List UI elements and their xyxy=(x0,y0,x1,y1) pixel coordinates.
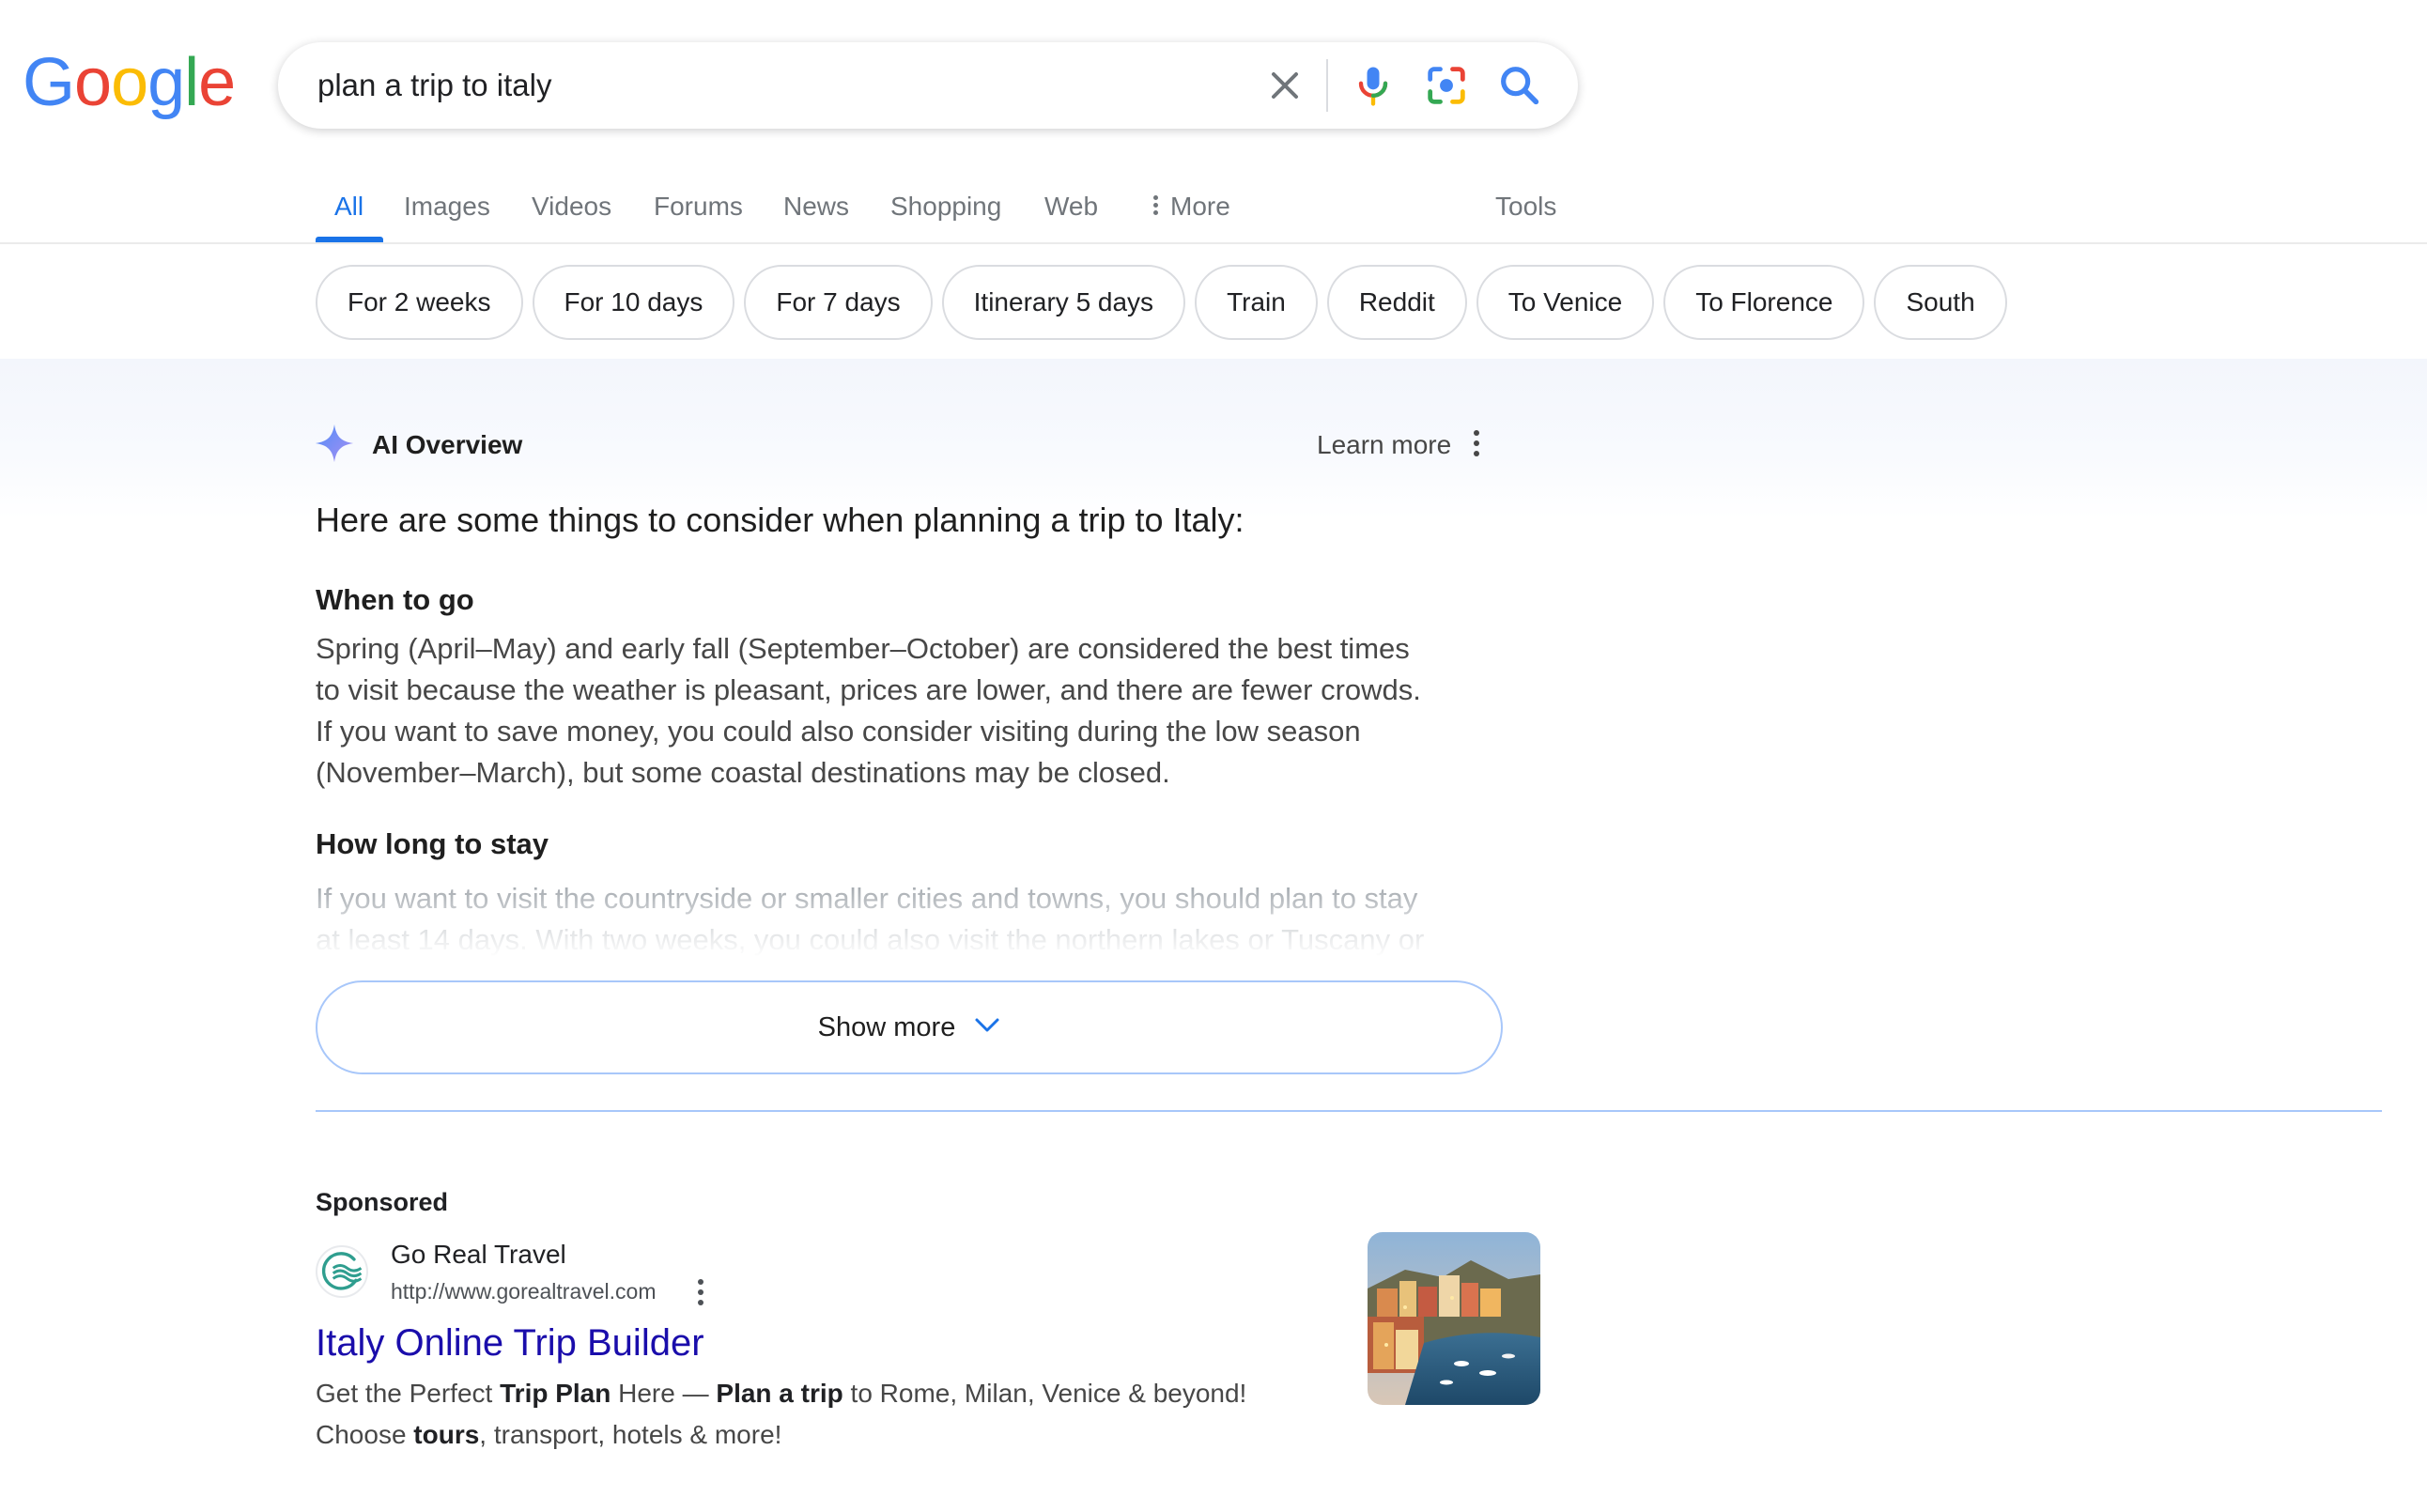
advertiser-url[interactable]: http://www.gorealtravel.com xyxy=(391,1277,657,1305)
ad-thumbnail-image[interactable] xyxy=(1368,1232,1540,1405)
active-tab-indicator xyxy=(316,237,383,242)
tab-more-label: More xyxy=(1170,192,1230,221)
search-input[interactable]: plan a trip to italy xyxy=(317,65,551,106)
ad-description: Get the Perfect Trip Plan Here — Plan a … xyxy=(316,1373,1330,1456)
tab-more[interactable]: More xyxy=(1153,188,1230,225)
show-more-label: Show more xyxy=(817,1012,956,1042)
ad-menu-icon[interactable] xyxy=(695,1279,706,1307)
ai-section-heading: How long to stay xyxy=(316,827,549,860)
ai-text-line: If you want to visit the countryside or … xyxy=(316,882,1418,915)
logo-letter: o xyxy=(74,45,112,120)
microphone-icon[interactable] xyxy=(1349,61,1398,110)
ai-text-line: Spring (April–May) and early fall (Septe… xyxy=(316,632,1410,665)
kebab-icon xyxy=(1153,193,1158,218)
chip-for-7-days[interactable]: For 7 days xyxy=(744,265,933,340)
chip-south[interactable]: South xyxy=(1874,265,2007,340)
logo-letter: g xyxy=(147,45,185,120)
ai-overview-background xyxy=(0,359,2427,518)
ad-text: to Rome, Milan, Venice & beyond! xyxy=(842,1379,1247,1408)
ai-section-text-faded: If you want to visit the countryside or … xyxy=(316,878,1518,991)
ai-overview-divider xyxy=(316,1110,2382,1112)
advertiser-logo-icon[interactable] xyxy=(316,1245,368,1298)
ai-overview-menu-icon[interactable] xyxy=(1471,430,1482,462)
ad-text-bold: Plan a trip xyxy=(716,1379,843,1408)
tab-shopping[interactable]: Shopping xyxy=(890,188,1001,225)
sponsored-label: Sponsored xyxy=(316,1188,449,1216)
ad-text-bold: tours xyxy=(413,1420,480,1449)
tab-images[interactable]: Images xyxy=(404,188,490,225)
refinement-chips: For 2 weeks For 10 days For 7 days Itinerar… xyxy=(316,265,2017,340)
ai-section-heading: When to go xyxy=(316,583,474,616)
chip-train[interactable]: Train xyxy=(1195,265,1318,340)
logo-letter: o xyxy=(111,45,148,120)
advertiser-name[interactable]: Go Real Travel xyxy=(391,1238,566,1272)
ad-text: , transport, hotels & more! xyxy=(479,1420,782,1449)
chip-to-florence[interactable]: To Florence xyxy=(1663,265,1865,340)
logo-letter: l xyxy=(184,45,199,120)
chip-reddit[interactable]: Reddit xyxy=(1326,265,1467,340)
ad-text-bold: Trip Plan xyxy=(500,1379,611,1408)
ad-title-link[interactable]: Italy Online Trip Builder xyxy=(316,1319,704,1367)
ad-text: Here — xyxy=(611,1379,717,1408)
search-divider xyxy=(1326,59,1328,112)
ai-section-text: Spring (April–May) and early fall (Septe… xyxy=(316,628,1518,794)
ai-text-line: (November–March), but some coastal desti… xyxy=(316,756,1170,789)
tab-videos[interactable]: Videos xyxy=(532,188,611,225)
ai-overview-title: AI Overview xyxy=(372,430,523,459)
tab-all[interactable]: All xyxy=(334,188,363,225)
ad-text: Get the Perfect xyxy=(316,1379,501,1408)
search-tabs: All Images Videos Forums News Shopping W… xyxy=(0,178,2427,244)
ai-sparkle-icon xyxy=(315,424,354,463)
google-logo[interactable]: Google xyxy=(23,45,236,120)
ad-description-line: Get the Perfect Trip Plan Here — Plan a … xyxy=(316,1373,1330,1414)
chip-for-10-days[interactable]: For 10 days xyxy=(532,265,735,340)
tab-news[interactable]: News xyxy=(783,188,849,225)
search-box[interactable]: plan a trip to italy xyxy=(278,42,1578,129)
ai-section-text: If you want to visit the countryside or … xyxy=(316,878,1518,991)
learn-more-link[interactable]: Learn more xyxy=(1317,428,1451,462)
lens-camera-icon[interactable] xyxy=(1422,61,1471,110)
logo-letter: e xyxy=(198,45,236,120)
logo-letter: G xyxy=(23,45,75,120)
tab-web[interactable]: Web xyxy=(1044,188,1098,225)
ai-text-line: If you want to save money, you could als… xyxy=(316,715,1361,748)
ai-text-line: to visit because the weather is pleasant… xyxy=(316,673,1421,706)
search-icon[interactable] xyxy=(1495,61,1544,110)
chip-for-2-weeks[interactable]: For 2 weeks xyxy=(316,265,523,340)
tab-forums[interactable]: Forums xyxy=(654,188,743,225)
ad-text: Choose xyxy=(316,1420,414,1449)
chevron-down-icon xyxy=(975,1018,999,1032)
chip-itinerary-5-days[interactable]: Itinerary 5 days xyxy=(941,265,1186,340)
show-more-button[interactable]: Show more xyxy=(316,980,1503,1074)
tools-button[interactable]: Tools xyxy=(1495,188,1556,225)
chip-to-venice[interactable]: To Venice xyxy=(1476,265,1655,340)
ad-description-line: Choose tours, transport, hotels & more! xyxy=(316,1414,1330,1456)
ai-overview-lead: Here are some things to consider when pl… xyxy=(316,501,1244,539)
clear-icon[interactable] xyxy=(1262,63,1307,108)
ai-text-line: at least 14 days. With two weeks, you co… xyxy=(316,923,1425,956)
